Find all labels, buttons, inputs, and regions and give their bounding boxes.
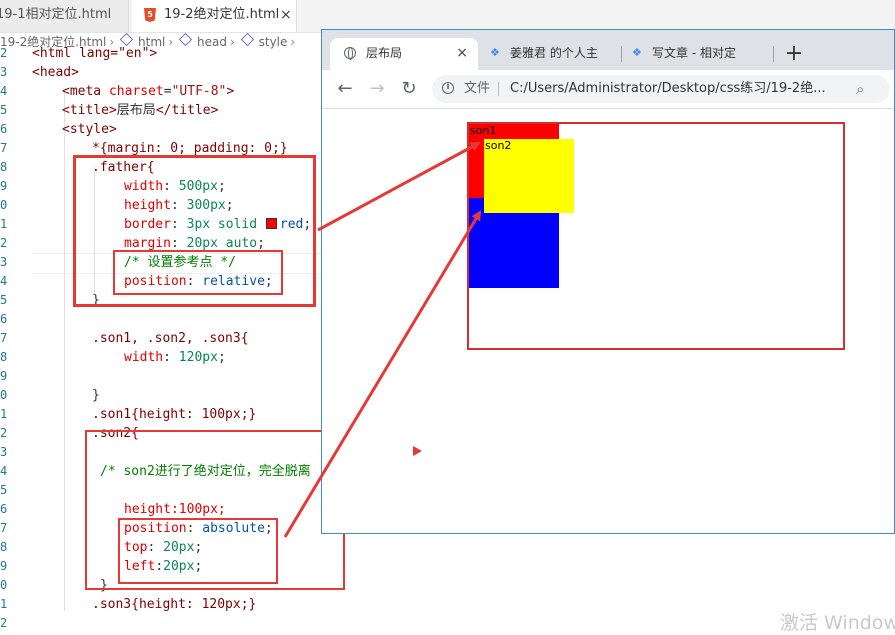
code-line: width: 120px; — [124, 350, 226, 365]
breadcrumb-head[interactable]: head — [197, 32, 227, 53]
code-line: <head> — [32, 65, 79, 80]
code-line: .son3{height: 120px;} — [92, 597, 257, 612]
line-number: 9 — [0, 179, 8, 193]
line-number: 9 — [0, 369, 8, 383]
line-number: 4 — [0, 464, 8, 478]
editor-tab-label: 19-1相对定位.html — [0, 7, 112, 22]
zhihu-icon: ❖ — [490, 46, 500, 59]
line-number: 5 — [0, 103, 8, 117]
chevron-right-icon: › — [290, 35, 296, 49]
father-box: son1 son2 — [467, 122, 845, 350]
element-icon — [178, 32, 193, 47]
line-number: 6 — [0, 502, 8, 516]
line-number: 7 — [0, 141, 8, 155]
back-button[interactable]: ← — [332, 76, 358, 102]
line-number: 5 — [0, 483, 8, 497]
line-number: 4 — [0, 84, 8, 98]
line-number: 6 — [0, 122, 8, 136]
chevron-right-icon: › — [168, 35, 174, 49]
browser-tab-label: 层布局 — [366, 46, 403, 60]
code-line: } — [92, 388, 100, 403]
line-number: 1 — [0, 597, 8, 611]
line-number: 6 — [0, 312, 8, 326]
html5-icon: 5 — [144, 8, 156, 22]
close-icon[interactable]: × — [280, 0, 292, 30]
son2-box: son2 — [484, 139, 574, 213]
info-icon[interactable]: i — [442, 82, 454, 94]
editor-tab-19-2[interactable]: 5 19-2绝对定位.html × — [132, 0, 297, 32]
line-number: 2 — [0, 426, 8, 440]
code-line: <style> — [62, 122, 117, 137]
line-number: 9 — [0, 559, 8, 573]
line-number: 3 — [0, 445, 8, 459]
browser-window: 层布局 × ❖ 姜雅君 的个人主 ❖ 写文章 - 相对定 + ← → ↻ i 文… — [321, 29, 895, 534]
annotation-box-position-absolute — [118, 518, 278, 584]
code-line: <title>层布局</title> — [62, 103, 219, 118]
son1-label: son1 — [470, 124, 497, 137]
line-number: 5 — [0, 293, 8, 307]
chevron-right-icon: › — [229, 35, 235, 49]
browser-tab[interactable]: ❖ 写文章 - 相对定 — [622, 38, 772, 70]
browser-tab[interactable]: ❖ 姜雅君 的个人主 — [480, 38, 620, 70]
line-number: 7 — [0, 521, 8, 535]
breadcrumb-style[interactable]: style — [259, 32, 288, 53]
zoom-icon[interactable]: ⌕ — [856, 75, 864, 103]
browser-tab-active[interactable]: 层布局 × — [330, 38, 478, 70]
line-number: 8 — [0, 540, 8, 554]
son2-label: son2 — [485, 139, 512, 152]
activate-windows-watermark: 激活 Windows — [780, 612, 895, 634]
line-number: 3 — [0, 65, 8, 79]
line-number: 2 — [0, 236, 8, 250]
code-line: .son1{height: 100px;} — [92, 407, 257, 422]
browser-tab-label: 写文章 - 相对定 — [652, 46, 736, 60]
line-number: 7 — [0, 331, 8, 345]
line-number: 8 — [0, 350, 8, 364]
line-number: 0 — [0, 198, 8, 212]
annotation-box-position-relative — [113, 250, 283, 295]
editor-tab-19-1[interactable]: 19-1相对定位.html — [0, 0, 129, 32]
line-number: 4 — [0, 274, 8, 288]
address-bar[interactable]: i 文件 C:/Users/Administrator/Desktop/css练… — [432, 75, 890, 103]
scheme-label: 文件 — [464, 81, 491, 96]
close-icon[interactable]: × — [456, 38, 468, 68]
mouse-cursor-icon — [413, 446, 422, 456]
tab-divider — [773, 46, 774, 62]
line-number: 3 — [0, 255, 8, 269]
editor-tab-label: 19-2绝对定位.html — [164, 7, 280, 22]
browser-toolbar: ← → ↻ i 文件 C:/Users/Administrator/Deskto… — [322, 70, 894, 109]
new-tab-button[interactable]: + — [782, 38, 806, 70]
forward-button[interactable]: → — [364, 76, 390, 102]
line-number: 1 — [0, 407, 8, 421]
reload-button[interactable]: ↻ — [396, 76, 422, 102]
line-number-gutter: 2 3 4 5 6 7 8 9 0 1 2 3 4 5 6 7 8 9 0 1 … — [0, 46, 14, 630]
line-number: 2 — [0, 46, 8, 60]
line-number: 1 — [0, 217, 8, 231]
browser-tab-label: 姜雅君 的个人主 — [510, 46, 598, 60]
line-number: 0 — [0, 578, 8, 592]
element-icon — [240, 32, 254, 47]
code-line: <html lang="en"> — [32, 46, 158, 61]
code-line: .son1, .son2, .son3{ — [92, 331, 249, 346]
divider — [498, 82, 499, 96]
line-number: 8 — [0, 160, 8, 174]
url-text: C:/Users/Administrator/Desktop/css练习/19-… — [510, 81, 826, 96]
page-viewport: son1 son2 — [322, 109, 894, 533]
line-number: 2 — [0, 616, 8, 630]
globe-icon — [344, 47, 356, 60]
code-line: <meta charset="UTF-8"> — [62, 84, 235, 99]
line-number: 0 — [0, 388, 8, 402]
browser-tab-strip: 层布局 × ❖ 姜雅君 的个人主 ❖ 写文章 - 相对定 + — [322, 30, 894, 70]
zhihu-icon: ❖ — [632, 46, 642, 59]
